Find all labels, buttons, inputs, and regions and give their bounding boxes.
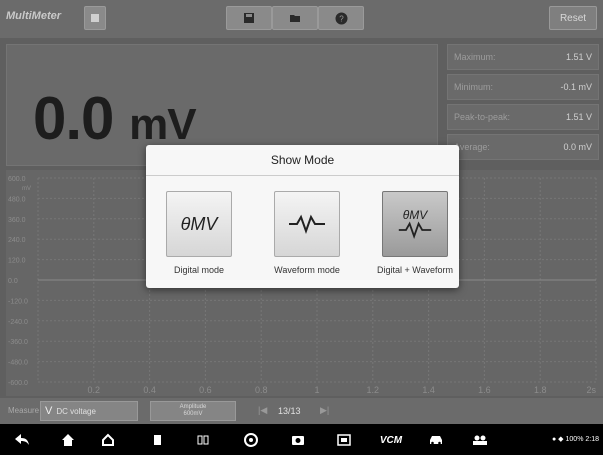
stat-peak-to-peak: Peak-to-peak: 1.51 V	[447, 104, 599, 130]
reading-unit: mV	[129, 100, 196, 149]
app-title: MultiMeter	[6, 10, 61, 22]
x-tick-label: 0.6	[199, 385, 212, 395]
voltage-icon: V	[45, 405, 53, 417]
stat-value: 1.51 V	[565, 52, 592, 62]
help-icon: ?	[335, 12, 347, 24]
help-button[interactable]: ?	[318, 6, 364, 30]
y-tick-label: -240.0	[8, 319, 28, 326]
system-navbar: VCM ● ◆ 100% 2:18	[0, 424, 603, 455]
back-icon[interactable]	[12, 430, 32, 450]
measure-label: Measure	[8, 406, 40, 415]
x-tick-label: 1.4	[422, 385, 435, 395]
measure-mode-value: DC voltage	[56, 406, 96, 416]
option-label: Digital mode	[173, 265, 225, 275]
option-label: Waveform mode	[274, 265, 340, 275]
digital-mv-icon: θMV	[180, 213, 218, 234]
save-button[interactable]	[226, 6, 272, 30]
dialog-divider	[146, 175, 459, 176]
x-tick-label: 0.8	[255, 385, 268, 395]
home-icon[interactable]	[58, 430, 78, 450]
status-area: ● ◆ 100% 2:18	[552, 435, 599, 443]
y-tick-label: 360.0	[8, 217, 26, 224]
stat-value: 0.0 mV	[563, 142, 592, 152]
digital-mode-option[interactable]: θMV Digital mode	[146, 191, 236, 281]
display-icon[interactable]	[334, 430, 354, 450]
house-icon[interactable]	[98, 430, 118, 450]
remote-support-icon[interactable]	[470, 430, 490, 450]
y-tick-label: -480.0	[8, 360, 28, 367]
show-mode-dialog: Show Mode θMV Digital mode Waveform mode…	[146, 145, 459, 288]
y-tick-label: -600.0	[8, 380, 28, 387]
stat-label: Maximum:	[454, 52, 496, 62]
stat-maximum: Maximum: 1.51 V	[447, 44, 599, 70]
waveform-icon	[289, 214, 325, 234]
stat-label: Average:	[454, 142, 490, 152]
dialog-title: Show Mode	[270, 153, 335, 167]
waveform-icon	[398, 221, 432, 239]
stop-icon	[91, 14, 99, 22]
stat-average: Average: 0.0 mV	[447, 134, 599, 160]
camera-icon[interactable]	[288, 430, 308, 450]
x-tick-label: 0.4	[143, 385, 156, 395]
stat-minimum: Minimum: -0.1 mV	[447, 74, 599, 100]
stats-panel: Maximum: 1.51 V Minimum: -0.1 mV Peak-to-p…	[447, 44, 599, 164]
folder-icon	[290, 15, 300, 22]
x-tick-label: 0.2	[88, 385, 101, 395]
split-screen-icon[interactable]	[193, 430, 213, 450]
stat-value: 1.51 V	[565, 112, 592, 122]
x-tick-label: 1.6	[478, 385, 491, 395]
y-unit-label: mV	[22, 186, 31, 192]
waveform-mode-button[interactable]	[274, 191, 340, 257]
status-text: 100% 2:18	[565, 436, 599, 443]
recent-apps-icon[interactable]	[146, 430, 166, 450]
stop-button[interactable]	[84, 6, 106, 30]
y-tick-label: 120.0	[8, 258, 26, 265]
x-tick-label: 2s	[586, 385, 596, 395]
car-icon[interactable]	[426, 430, 446, 450]
y-tick-label: 600.0	[8, 176, 26, 183]
first-page-icon[interactable]: |◀	[258, 405, 267, 416]
reset-button[interactable]: Reset	[549, 6, 597, 30]
y-tick-label: 480.0	[8, 196, 26, 203]
browser-icon[interactable]	[241, 430, 261, 450]
svg-text:?: ?	[339, 14, 344, 23]
amplitude-select[interactable]: Amplitude 600mV	[150, 401, 236, 421]
x-tick-label: 1	[314, 385, 319, 395]
digital-waveform-button[interactable]: θMV	[382, 191, 448, 257]
digital-waveform-option[interactable]: θMV Digital + Waveform	[362, 191, 453, 281]
waveform-mode-option[interactable]: Waveform mode	[254, 191, 344, 281]
digital-mode-button[interactable]: θMV	[166, 191, 232, 257]
reading-display: 0.0 mV	[33, 89, 197, 149]
stat-value: -0.1 mV	[560, 82, 592, 92]
measure-mode-select[interactable]: V DC voltage	[40, 401, 138, 421]
page-indicator: 13/13	[278, 406, 301, 416]
location-icon: ●	[551, 436, 557, 443]
digital-mv-icon: θMV	[402, 208, 428, 222]
open-folder-button[interactable]	[272, 6, 318, 30]
floppy-icon	[244, 13, 254, 23]
x-tick-label: 1.8	[534, 385, 547, 395]
reading-value: 0.0	[33, 85, 114, 152]
amplitude-value: 600mV	[183, 411, 203, 417]
y-tick-label: 240.0	[8, 237, 26, 244]
y-tick-label: 0.0	[8, 278, 18, 285]
vcm-icon[interactable]: VCM	[378, 430, 404, 450]
top-toolbar: MultiMeter ? Reset	[0, 0, 603, 38]
wifi-icon: ◆	[558, 436, 564, 443]
y-tick-label: -360.0	[8, 339, 28, 346]
y-tick-label: -120.0	[8, 298, 28, 305]
stat-label: Peak-to-peak:	[454, 112, 511, 122]
measure-bar: Measure V DC voltage Amplitude 600mV |◀ …	[0, 398, 603, 424]
amplitude-title: Amplitude	[179, 404, 207, 411]
last-page-icon[interactable]: ▶|	[320, 405, 329, 416]
option-label: Digital + Waveform	[377, 265, 453, 275]
stat-label: Minimum:	[454, 82, 494, 92]
x-tick-label: 1.2	[367, 385, 380, 395]
